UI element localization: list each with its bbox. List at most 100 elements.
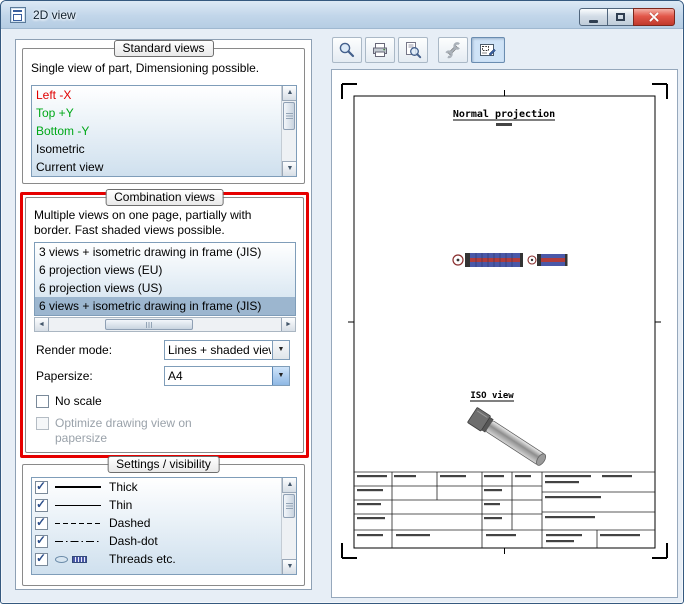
- maximize-button[interactable]: [607, 8, 634, 26]
- list-item-label: Thin: [109, 498, 133, 512]
- standard-views-group: Standard views Single view of part, Dime…: [22, 40, 305, 184]
- settings-visibility-group: Settings / visibility ✓ Thick ✓ Thin ✓ D…: [22, 456, 305, 586]
- minimize-button[interactable]: [579, 8, 608, 26]
- list-item-label: Thick: [109, 480, 138, 494]
- no-scale-checkbox[interactable]: [36, 395, 49, 408]
- list-item-label: Isometric: [36, 142, 85, 156]
- combination-views-list[interactable]: 3 views + isometric drawing in frame (JI…: [34, 242, 296, 316]
- combination-views-highlight: Combination views Multiple views on one …: [20, 189, 309, 458]
- scroll-down-button[interactable]: ▼: [282, 559, 296, 574]
- list-item[interactable]: Current view: [32, 158, 296, 176]
- optimize-checkbox-row: Optimize drawing view on papersize: [36, 416, 216, 446]
- 2d-view-window: 2D view Standard views Single view of pa…: [0, 0, 684, 604]
- list-item[interactable]: ✓ Dash-dot: [32, 532, 296, 550]
- scroll-left-button[interactable]: ◄: [35, 318, 49, 331]
- settings-visibility-group-label: Settings / visibility: [107, 456, 220, 473]
- check-icon: ✓: [36, 496, 47, 511]
- papersize-select[interactable]: A4 ▼: [164, 366, 290, 386]
- print-preview-button[interactable]: [398, 37, 428, 63]
- tools-button[interactable]: [438, 37, 468, 63]
- list-item-label: 6 projection views (EU): [39, 263, 163, 277]
- scroll-up-button[interactable]: ▲: [282, 478, 296, 493]
- list-item[interactable]: 3 views + isometric drawing in frame (JI…: [35, 243, 295, 261]
- list-item-label: 6 projection views (US): [39, 281, 163, 295]
- printer-icon: [373, 43, 387, 57]
- list-item-label: Dashed: [109, 516, 151, 530]
- no-scale-checkbox-row[interactable]: No scale: [36, 394, 102, 409]
- scrollbar-thumb[interactable]: [283, 494, 295, 518]
- list-item[interactable]: Top +Y: [32, 104, 296, 122]
- window-title: 2D view: [33, 8, 76, 22]
- scroll-down-button[interactable]: ▼: [282, 161, 296, 176]
- standard-views-group-label: Standard views: [113, 40, 214, 57]
- list-item-label: Threads etc.: [109, 552, 176, 566]
- print-button[interactable]: [365, 37, 395, 63]
- standard-views-list[interactable]: Left -X Top +Y Bottom -Y Isometric Curre…: [31, 85, 297, 177]
- chevron-down-icon[interactable]: ▼: [272, 341, 289, 359]
- scale-text-mark: [496, 123, 512, 126]
- list-item-label: Dash-dot: [109, 534, 158, 548]
- list-item[interactable]: ✓ Dashed: [32, 514, 296, 532]
- scroll-up-button[interactable]: ▲: [282, 86, 296, 101]
- wrench-icon: [444, 42, 461, 59]
- center-ticks: [348, 90, 661, 554]
- drawing-toolbar: [332, 37, 508, 65]
- horizontal-scrollbar[interactable]: ◄ ►: [34, 317, 296, 332]
- render-mode-select[interactable]: Lines + shaded view ▼: [164, 340, 290, 360]
- minimize-icon: [589, 19, 598, 23]
- grip-icon: [145, 321, 153, 328]
- drawing-frame: [353, 95, 656, 549]
- list-item-selected[interactable]: 6 views + isometric drawing in frame (JI…: [35, 297, 295, 315]
- settings-list[interactable]: ✓ Thick ✓ Thin ✓ Dashed ✓ Dash-dot ✓ Thr…: [31, 477, 297, 575]
- thick-checkbox[interactable]: ✓: [35, 479, 48, 494]
- combination-views-description: Multiple views on one page, partially wi…: [34, 208, 252, 237]
- corner-marks: [341, 83, 668, 559]
- bolt-chip-icon: [72, 555, 87, 563]
- list-item[interactable]: ✓ Threads etc.: [32, 550, 296, 568]
- list-item-label: 6 views + isometric drawing in frame (JI…: [39, 299, 262, 313]
- grip-icon: [285, 113, 293, 119]
- papersize-label: Papersize:: [36, 369, 93, 383]
- thick-line-sample: [55, 486, 101, 488]
- dashed-checkbox[interactable]: ✓: [35, 514, 48, 530]
- maximize-icon: [616, 13, 625, 21]
- list-item[interactable]: Left -X: [32, 86, 296, 104]
- check-icon: ✓: [36, 514, 47, 529]
- view-options-panel: Standard views Single view of part, Dime…: [15, 39, 312, 590]
- list-item[interactable]: ✓ Thin: [32, 496, 296, 514]
- threads-checkbox[interactable]: ✓: [35, 550, 48, 566]
- threads-icons-sample: [55, 555, 101, 564]
- render-mode-label: Render mode:: [36, 343, 113, 357]
- scrollbar-thumb[interactable]: [283, 102, 295, 130]
- combination-views-group-label: Combination views: [105, 189, 224, 206]
- check-icon: ✓: [36, 550, 47, 565]
- list-item[interactable]: 6 projection views (EU): [35, 261, 295, 279]
- list-item-label: Left -X: [36, 88, 72, 102]
- combination-views-group: Combination views Multiple views on one …: [25, 189, 304, 453]
- zoom-button[interactable]: [332, 37, 362, 63]
- oval-icon: [55, 555, 68, 563]
- dashdot-checkbox[interactable]: ✓: [35, 532, 48, 548]
- preview-magnifier-icon: [406, 42, 422, 59]
- grip-icon: [285, 503, 293, 509]
- close-button[interactable]: [633, 8, 675, 26]
- chevron-down-icon[interactable]: ▼: [272, 367, 289, 385]
- vertical-scrollbar[interactable]: ▲ ▼: [281, 86, 296, 176]
- scroll-right-button[interactable]: ►: [281, 318, 295, 331]
- drawing-area[interactable]: Normal projection ISO view: [331, 69, 678, 598]
- vertical-scrollbar[interactable]: ▲ ▼: [281, 478, 296, 574]
- optimize-label: Optimize drawing view on papersize: [55, 416, 192, 445]
- titlebar[interactable]: 2D view: [1, 1, 683, 29]
- list-item-label: Bottom -Y: [36, 124, 90, 138]
- list-item[interactable]: 6 projection views (US): [35, 279, 295, 297]
- check-icon: ✓: [36, 532, 47, 547]
- thin-checkbox[interactable]: ✓: [35, 496, 48, 512]
- drawing-view-button[interactable]: [471, 37, 505, 63]
- scrollbar-thumb[interactable]: [105, 319, 193, 330]
- window-controls: [579, 8, 675, 26]
- standard-views-description: Single view of part, Dimensioning possib…: [31, 61, 260, 75]
- list-item[interactable]: Bottom -Y: [32, 122, 296, 140]
- list-item[interactable]: Isometric: [32, 140, 296, 158]
- list-item[interactable]: ✓ Thick: [32, 478, 296, 496]
- dashdot-line-sample: [55, 540, 101, 542]
